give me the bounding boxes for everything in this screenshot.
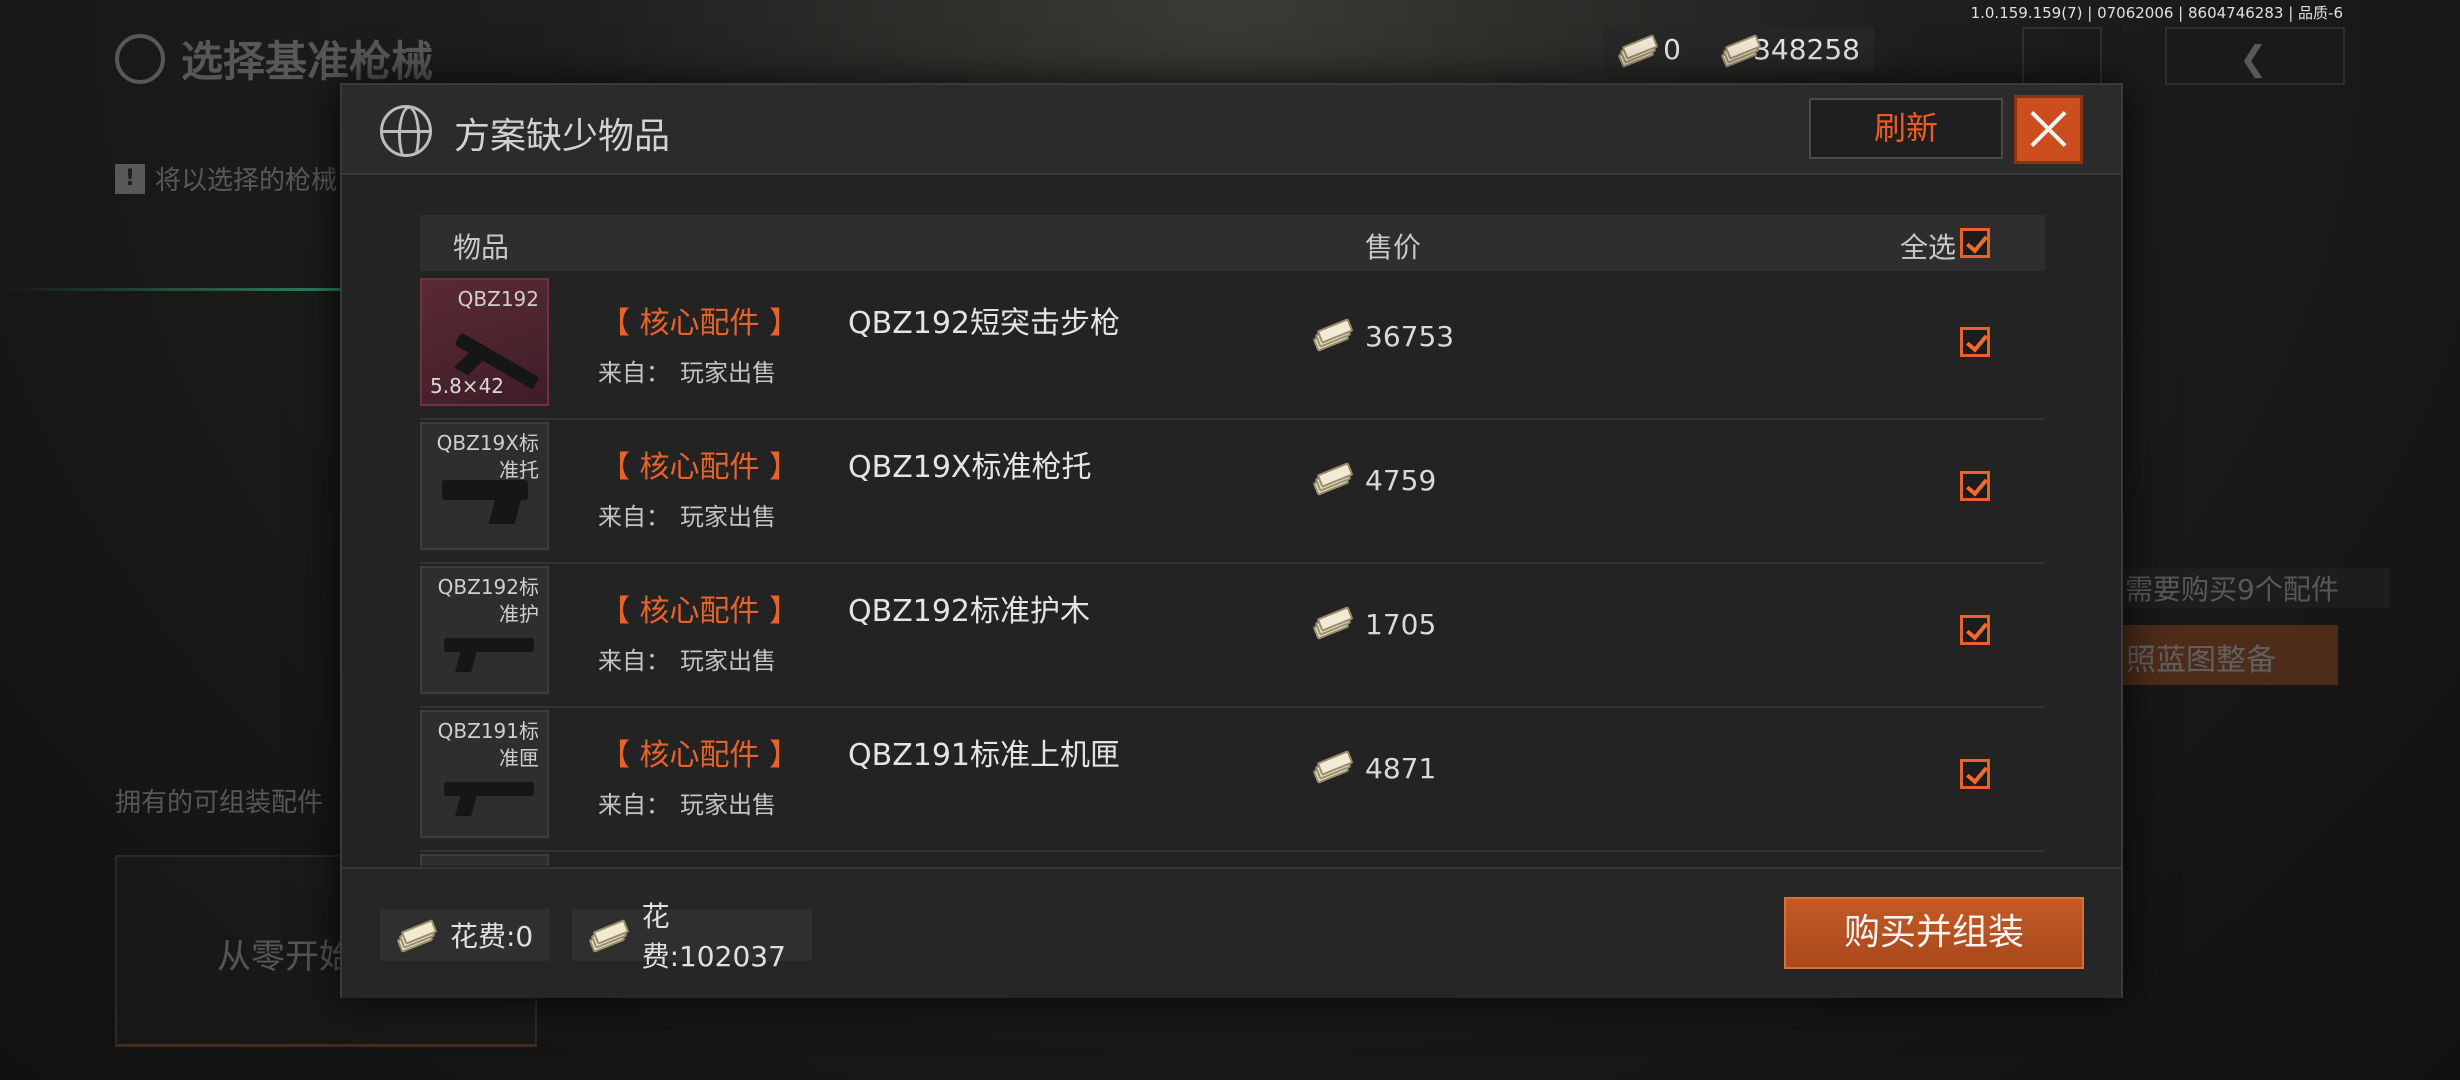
globe-icon [115,33,165,84]
game-screen: 选择基准枪械 ! 将以选择的枪械 拥有的可组装配件 从零开始 需要购买9个配件 … [0,0,2460,1080]
source-value: 玩家出售 [680,791,776,819]
caliber-label: 5.8×42 [430,374,505,398]
receiver-icon [444,782,534,796]
select-all-checkbox[interactable] [1960,228,1990,258]
item-tag: 【 核心配件 】 [600,594,800,629]
background-owned-parts: 拥有的可组装配件 [115,788,324,818]
source-value: 玩家出售 [680,647,776,675]
cash-icon [394,919,438,953]
thumbnail-label: QBZ191标准匣 [437,719,539,770]
cash-icon [1310,462,1354,496]
background-title-text: 选择基准枪械 [181,37,434,86]
source-value: 玩家出售 [680,359,776,387]
table-header: 物品 售价 全选 [420,215,2045,271]
source-label: 来自： [598,503,670,531]
globe-icon [380,105,432,157]
background-divider [0,288,340,291]
cash-icon [1310,606,1354,640]
column-price: 售价 [1365,231,1422,264]
thumbnail-label: QBZ192 [457,287,539,311]
currency-a-value: 0 [1663,33,1681,66]
dialog-header: 方案缺少物品 刷新 [342,85,2121,175]
missing-items-dialog: 方案缺少物品 刷新 物品 售价 全选 QBZ192 5.8×42 【 核心配件 … [340,83,2123,998]
item-tag: 【 核心配件 】 [600,450,800,485]
source-label: 来自： [598,791,670,819]
avatar-icon [2022,27,2102,85]
close-icon[interactable] [2014,95,2083,164]
back-arrow-icon: ❮ [2239,39,2268,79]
cash-icon [1615,33,1659,68]
cost-a: 花费:0 [380,909,550,961]
dialog-footer: 花费:0 花费:102037 购买并组装 [342,867,2121,998]
table-row[interactable]: QBZ192 5.8×42 【 核心配件 】 QBZ192短突击步枪 来自： 玩… [420,276,2045,420]
item-name: QBZ192标准护木 [848,594,1091,629]
currency-b: 348258 [1706,27,1874,72]
item-tag: 【 核心配件 】 [600,738,800,773]
item-thumbnail: QBZ192标准护 [420,566,549,694]
table-row[interactable]: QBZ19X标准托 【 核心配件 】 QBZ19X标准枪托 来自： 玩家出售 4… [420,420,2045,564]
version-label: 1.0.159.159(7) | 07062006 | 8604746283 |… [1970,4,2343,22]
item-tag: 【 核心配件 】 [600,306,800,341]
buy-and-assemble-button[interactable]: 购买并组装 [1784,897,2084,969]
item-name: QBZ192短突击步枪 [848,306,1121,341]
background-need-text: 需要购买9个配件 [2120,568,2390,608]
table-row[interactable] [420,852,2045,866]
background-hint-text: 将以选择的枪械 [155,166,338,196]
item-price: 36753 [1365,320,1455,353]
thumbnail-label: QBZ192标准护 [437,575,539,626]
stock-icon [442,480,528,500]
item-price: 4871 [1365,752,1437,785]
row-checkbox[interactable] [1960,615,1990,645]
warning-icon: ! [115,163,145,194]
row-checkbox[interactable] [1960,327,1990,357]
table-row[interactable]: QBZ192标准护 【 核心配件 】 QBZ192标准护木 来自： 玩家出售 1… [420,564,2045,708]
item-thumbnail: QBZ192 5.8×42 [420,278,549,406]
item-thumbnail: QBZ19X标准托 [420,422,549,550]
item-name: QBZ19X标准枪托 [848,450,1092,485]
source-value: 玩家出售 [680,503,776,531]
cost-b: 花费:102037 [572,900,812,973]
item-name: QBZ191标准上机匣 [848,738,1121,773]
item-thumbnail: QBZ191标准匣 [420,710,549,838]
row-checkbox[interactable] [1960,471,1990,501]
background-title: 选择基准枪械 [115,28,433,89]
currency-b-value: 348258 [1753,33,1860,66]
item-list[interactable]: QBZ192 5.8×42 【 核心配件 】 QBZ192短突击步枪 来自： 玩… [420,276,2045,866]
handguard-icon [444,638,534,652]
currency-a: 0 [1603,27,1695,72]
background-hint: ! 将以选择的枪械 [115,160,337,197]
source-label: 来自： [598,359,670,387]
item-price: 4759 [1365,464,1437,497]
cash-icon [1718,33,1762,68]
cost-a-value: 花费:0 [450,920,534,953]
cost-b-value: 花费:102037 [641,900,786,973]
dialog-title: 方案缺少物品 [454,116,671,157]
thumbnail-label: QBZ19X标准托 [436,431,539,482]
cash-icon [1310,318,1354,352]
item-price: 1705 [1365,608,1437,641]
table-row[interactable]: QBZ191标准匣 【 核心配件 】 QBZ191标准上机匣 来自： 玩家出售 … [420,708,2045,852]
cash-icon [1310,750,1354,784]
background-blueprint-button: 照蓝图整备 [2120,625,2338,685]
row-checkbox[interactable] [1960,759,1990,789]
back-button: ❮ [2165,27,2345,85]
cash-icon [586,919,630,953]
item-thumbnail [420,854,549,866]
column-item: 物品 [453,231,510,264]
source-label: 来自： [598,647,670,675]
select-all-label: 全选 [1900,231,1957,264]
refresh-button[interactable]: 刷新 [1809,98,2003,159]
